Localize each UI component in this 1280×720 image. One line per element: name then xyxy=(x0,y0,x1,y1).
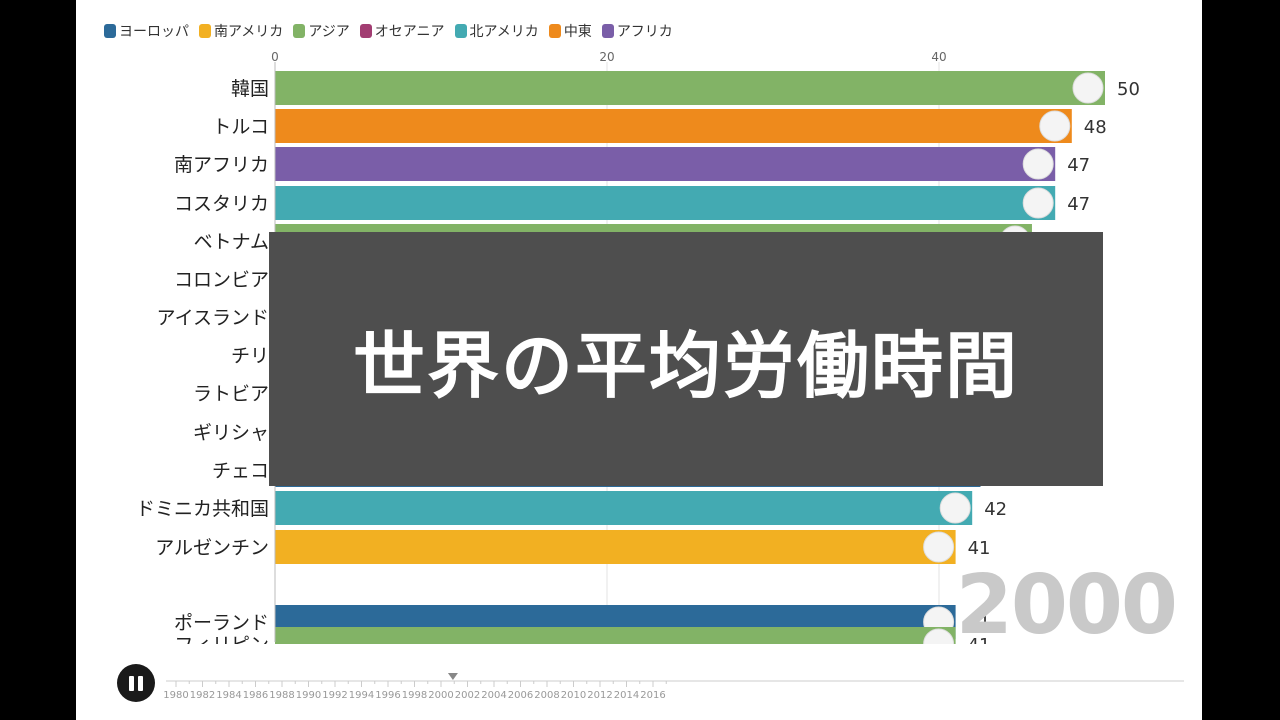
timeline-label: 2002 xyxy=(455,690,480,701)
value-label: 48 xyxy=(1084,117,1107,138)
category-label: アルゼンチン xyxy=(155,537,269,559)
x-tick-label: 20 xyxy=(599,50,614,64)
timeline-label: 2012 xyxy=(587,690,612,701)
category-label: ギリシャ xyxy=(193,422,269,444)
flag-icon xyxy=(939,492,971,524)
timeline-label: 2010 xyxy=(561,690,586,701)
category-label: コスタリカ xyxy=(174,193,269,215)
value-label: 41 xyxy=(968,538,991,559)
x-tick-label: 40 xyxy=(931,50,946,64)
timeline-label: 2000 xyxy=(428,690,453,701)
year-label: 2000 xyxy=(955,558,1178,653)
category-label: 南アフリカ xyxy=(174,154,269,176)
x-tick-label: 0 xyxy=(271,50,279,64)
bar xyxy=(275,491,973,525)
timeline-label: 1994 xyxy=(349,690,374,701)
bar xyxy=(275,109,1072,143)
plot-clip-mask xyxy=(76,644,1202,720)
timeline-label: 2008 xyxy=(534,690,559,701)
value-label: 47 xyxy=(1067,194,1090,215)
timeline-label: 1984 xyxy=(216,690,241,701)
pause-button[interactable] xyxy=(117,664,155,702)
bar xyxy=(275,186,1056,220)
category-label: チェコ xyxy=(212,460,269,482)
overlay-title: 世界の平均労働時間 xyxy=(352,323,1019,408)
bar xyxy=(275,147,1056,181)
flag-icon xyxy=(923,531,955,563)
category-label: アイスランド xyxy=(157,307,269,329)
category-label: ポーランド xyxy=(174,612,269,634)
timeline-label: 1988 xyxy=(269,690,294,701)
bar xyxy=(275,71,1105,105)
title-overlay: 世界の平均労働時間 xyxy=(269,232,1103,486)
category-label: ドミニカ共和国 xyxy=(136,498,269,520)
timeline-label: 2016 xyxy=(640,690,665,701)
flag-icon xyxy=(1022,148,1054,180)
timeline-label: 1980 xyxy=(163,690,188,701)
timeline-label: 2006 xyxy=(508,690,533,701)
category-label: チリ xyxy=(231,345,269,367)
category-label: ベトナム xyxy=(194,231,269,253)
pause-icon xyxy=(129,675,134,691)
category-label: トルコ xyxy=(212,116,269,138)
flag-icon xyxy=(1039,110,1071,142)
category-label: 韓国 xyxy=(231,78,269,100)
timeline-label: 1990 xyxy=(296,690,321,701)
timeline-label: 1982 xyxy=(190,690,215,701)
value-label: 47 xyxy=(1067,155,1090,176)
timeline-label: 1998 xyxy=(402,690,427,701)
category-label: ラトビア xyxy=(193,383,269,405)
flag-icon xyxy=(1022,187,1054,219)
value-label: 42 xyxy=(984,499,1007,520)
timeline-label: 1992 xyxy=(322,690,347,701)
timeline-label: 2004 xyxy=(481,690,506,701)
timeline-label: 2014 xyxy=(614,690,639,701)
category-label: コロンビア xyxy=(174,269,269,291)
timeline-label: 1986 xyxy=(243,690,268,701)
bar xyxy=(275,530,956,564)
timeline-label: 1996 xyxy=(375,690,400,701)
flag-icon xyxy=(1072,72,1104,104)
value-label: 50 xyxy=(1117,79,1140,100)
